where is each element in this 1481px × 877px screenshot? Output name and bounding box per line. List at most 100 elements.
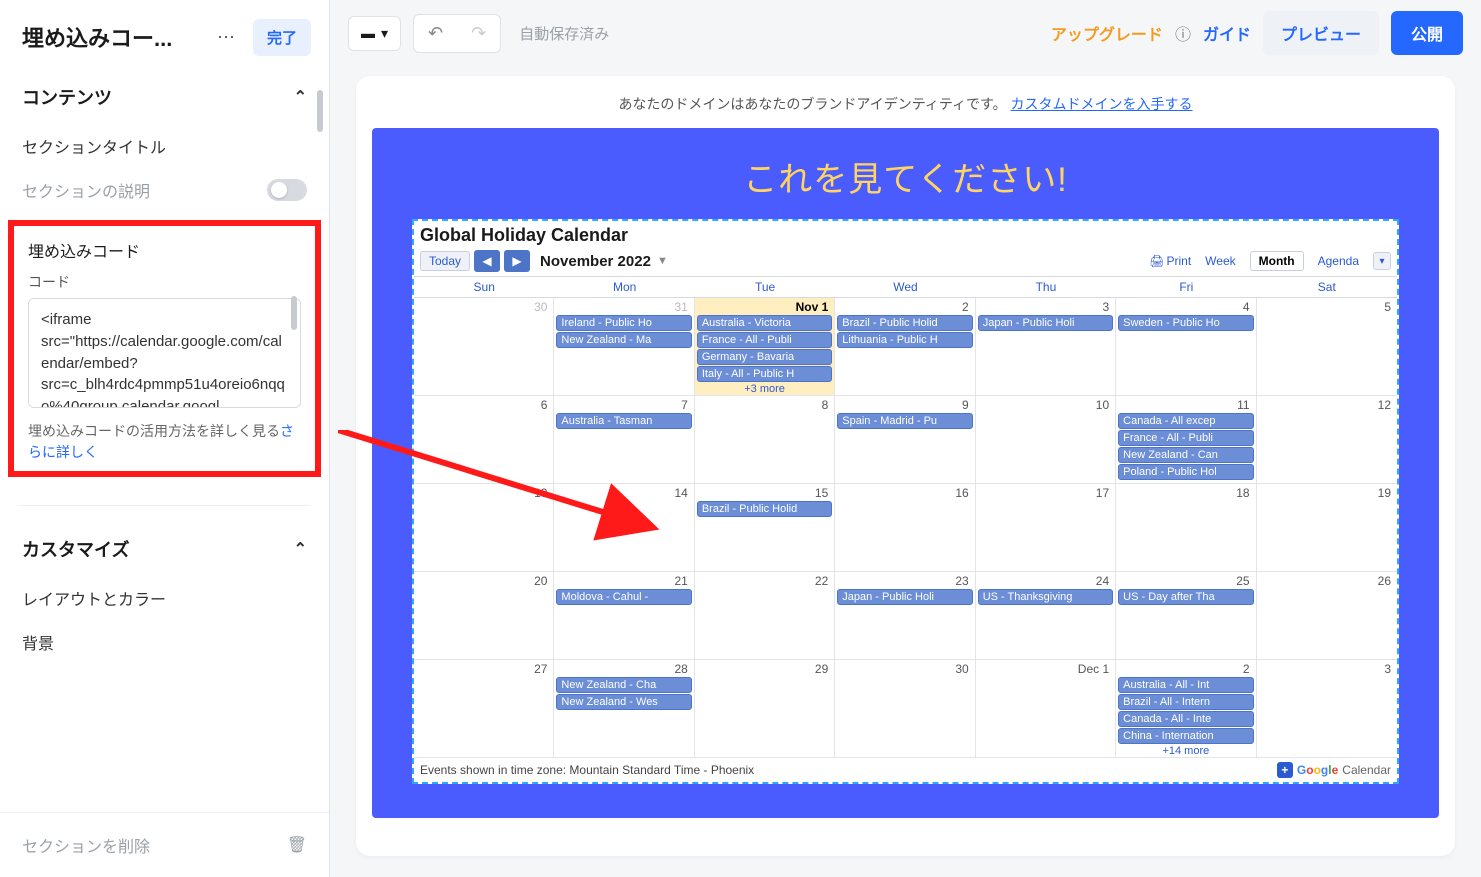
calendar-cell[interactable]: 23Japan - Public Holi (835, 572, 975, 660)
calendar-event[interactable]: Australia - All - Int (1118, 677, 1253, 693)
calendar-event[interactable]: France - All - Publi (1118, 430, 1253, 446)
tab-month[interactable]: Month (1250, 251, 1304, 271)
calendar-cell[interactable]: 9Spain - Madrid - Pu (835, 396, 975, 484)
calendar-event[interactable]: Canada - All - Inte (1118, 711, 1253, 727)
section-desc-toggle[interactable] (267, 179, 307, 201)
calendar-cell[interactable]: 30 (414, 298, 554, 396)
publish-button[interactable]: 公開 (1391, 11, 1463, 55)
sidebar-scrollbar[interactable] (317, 90, 323, 132)
section-heading[interactable]: これを見てください! (412, 152, 1399, 201)
calendar-event[interactable]: US - Day after Tha (1118, 589, 1253, 605)
google-calendar-brand[interactable]: + Google Calendar (1277, 762, 1391, 778)
calendar-cell[interactable]: 4Sweden - Public Ho (1116, 298, 1256, 396)
today-button[interactable]: Today (420, 251, 470, 271)
prev-month-button[interactable]: ◀ (474, 250, 500, 272)
undo-button[interactable]: ↶ (414, 15, 457, 52)
calendar-cell[interactable]: 8 (695, 396, 835, 484)
month-label[interactable]: November 2022 ▼ (540, 253, 668, 270)
contents-section-head[interactable]: コンテンツ ⌃ (0, 70, 329, 124)
calendar-event[interactable]: US - Thanksgiving (978, 589, 1113, 605)
calendar-event[interactable]: New Zealand - Can (1118, 447, 1253, 463)
embed-code-textarea[interactable] (28, 298, 301, 408)
calendar-cell[interactable]: 22 (695, 572, 835, 660)
calendar-event[interactable]: Germany - Bavaria (697, 349, 832, 365)
calendar-cell[interactable]: 14 (554, 484, 694, 572)
more-button[interactable]: ⋯ (207, 18, 245, 56)
calendar-cell[interactable]: 24US - Thanksgiving (976, 572, 1116, 660)
calendar-cell[interactable]: 17 (976, 484, 1116, 572)
calendar-event[interactable]: New Zealand - Wes (556, 694, 691, 710)
calendar-cell[interactable]: 26 (1257, 572, 1397, 660)
device-selector[interactable]: ▬ ▾ (348, 16, 401, 51)
calendar-event[interactable]: Spain - Madrid - Pu (837, 413, 972, 429)
guide-link[interactable]: ガイド (1203, 21, 1251, 45)
more-events-link[interactable]: +3 more (695, 383, 834, 395)
done-button[interactable]: 完了 (253, 19, 311, 56)
calendar-event[interactable]: France - All - Publi (697, 332, 832, 348)
calendar-event[interactable]: Australia - Tasman (556, 413, 691, 429)
delete-section-row[interactable]: セクションを削除 🗑 (0, 812, 329, 877)
section-desc-field[interactable]: セクションの説明 (0, 168, 329, 212)
calendar-cell[interactable]: 13 (414, 484, 554, 572)
print-button[interactable]: 🖨Print (1149, 254, 1191, 268)
day-number: 9 (962, 398, 969, 412)
tab-week[interactable]: Week (1197, 252, 1243, 270)
calendar-event[interactable]: New Zealand - Ma (556, 332, 691, 348)
redo-button[interactable]: ↷ (457, 15, 500, 52)
help-icon[interactable]: ⓘ (1175, 21, 1191, 45)
calendar-cell[interactable]: Nov 1Australia - VictoriaFrance - All - … (695, 298, 835, 396)
calendar-event[interactable]: Sweden - Public Ho (1118, 315, 1253, 331)
background-field[interactable]: 背景 (0, 620, 329, 664)
calendar-cell[interactable]: 30 (835, 660, 975, 758)
calendar-event[interactable]: Japan - Public Holi (837, 589, 972, 605)
tab-agenda[interactable]: Agenda (1310, 252, 1367, 270)
calendar-event[interactable]: Brazil - All - Intern (1118, 694, 1253, 710)
customize-section-head[interactable]: カスタマイズ ⌃ (0, 522, 329, 576)
calendar-cell[interactable]: 10 (976, 396, 1116, 484)
calendar-cell[interactable]: 6 (414, 396, 554, 484)
more-events-link[interactable]: +14 more (1116, 745, 1255, 757)
editor-surface[interactable]: これを見てください! Global Holiday Calendar Today… (372, 128, 1439, 818)
banner-link[interactable]: カスタムドメインを入手する (1011, 96, 1193, 112)
calendar-cell[interactable]: 25US - Day after Tha (1116, 572, 1256, 660)
calendar-event[interactable]: Moldova - Cahul - (556, 589, 691, 605)
embed-selection[interactable]: Global Holiday Calendar Today ◀ ▶ Novemb… (412, 219, 1399, 784)
calendar-cell[interactable]: 11Canada - All excepFrance - All - Publi… (1116, 396, 1256, 484)
calendar-cell[interactable]: 3Japan - Public Holi (976, 298, 1116, 396)
calendar-event[interactable]: Ireland - Public Ho (556, 315, 691, 331)
upgrade-link[interactable]: アップグレード (1051, 21, 1163, 45)
calendar-cell[interactable]: 20 (414, 572, 554, 660)
calendar-cell[interactable]: 12 (1257, 396, 1397, 484)
calendar-event[interactable]: Canada - All excep (1118, 413, 1253, 429)
calendar-cell[interactable]: 31Ireland - Public HoNew Zealand - Ma (554, 298, 694, 396)
calendar-cell[interactable]: 15Brazil - Public Holid (695, 484, 835, 572)
calendar-cell[interactable]: 19 (1257, 484, 1397, 572)
calendar-cell[interactable]: 28New Zealand - ChaNew Zealand - Wes (554, 660, 694, 758)
calendar-cell[interactable]: 21Moldova - Cahul - (554, 572, 694, 660)
calendar-cell[interactable]: 3 (1257, 660, 1397, 758)
calendar-cell[interactable]: 5 (1257, 298, 1397, 396)
calendar-cell[interactable]: 7Australia - Tasman (554, 396, 694, 484)
calendar-cell[interactable]: 29 (695, 660, 835, 758)
calendar-event[interactable]: Brazil - Public Holid (837, 315, 972, 331)
calendar-event[interactable]: Australia - Victoria (697, 315, 832, 331)
calendar-event[interactable]: Poland - Public Hol (1118, 464, 1253, 480)
calendar-picker-button[interactable]: ▾ (1373, 252, 1391, 270)
calendar-cell[interactable]: 2Australia - All - IntBrazil - All - Int… (1116, 660, 1256, 758)
calendar-cell[interactable]: 18 (1116, 484, 1256, 572)
calendar-cell[interactable]: Dec 1 (976, 660, 1116, 758)
calendar-event[interactable]: Italy - All - Public H (697, 366, 832, 382)
section-title-field[interactable]: セクションタイトル (0, 124, 329, 168)
next-month-button[interactable]: ▶ (504, 250, 530, 272)
calendar-cell[interactable]: 16 (835, 484, 975, 572)
calendar-cell[interactable]: 2Brazil - Public HolidLithuania - Public… (835, 298, 975, 396)
calendar-event[interactable]: New Zealand - Cha (556, 677, 691, 693)
preview-button[interactable]: プレビュー (1263, 11, 1379, 55)
calendar-event[interactable]: Lithuania - Public H (837, 332, 972, 348)
textarea-scrollbar[interactable] (291, 296, 297, 330)
calendar-event[interactable]: Japan - Public Holi (978, 315, 1113, 331)
calendar-event[interactable]: China - Internation (1118, 728, 1253, 744)
calendar-cell[interactable]: 27 (414, 660, 554, 758)
calendar-event[interactable]: Brazil - Public Holid (697, 501, 832, 517)
layout-color-field[interactable]: レイアウトとカラー (0, 576, 329, 620)
